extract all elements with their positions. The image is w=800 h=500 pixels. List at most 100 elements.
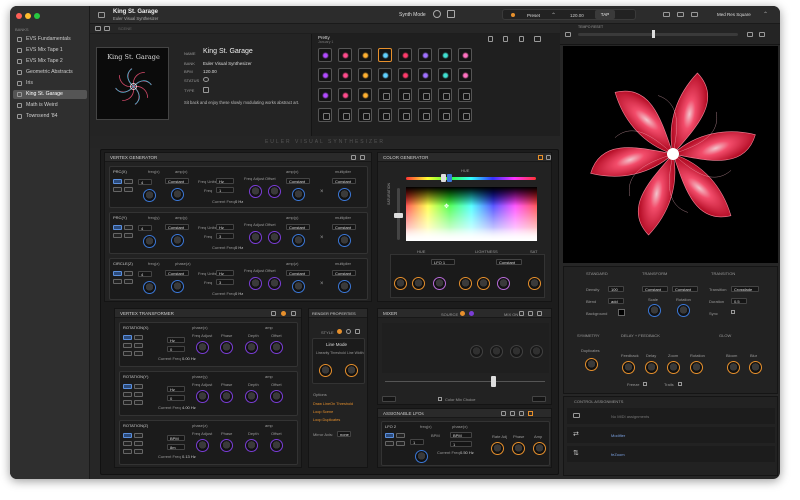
amp2-mode-select[interactable]: Constant	[286, 224, 310, 230]
multiplier-select[interactable]: Constant	[332, 270, 356, 276]
wave-sine-icon[interactable]	[123, 433, 132, 438]
lfo-freq-knob[interactable]	[415, 450, 428, 463]
wave-tri-icon[interactable]	[124, 179, 133, 184]
color-mode-select[interactable]: Constant	[496, 259, 522, 265]
preset-slot[interactable]	[358, 68, 372, 82]
wave-ramp-icon[interactable]	[134, 449, 143, 454]
mix-2-icon[interactable]	[528, 311, 533, 316]
offset-knob[interactable]	[268, 277, 281, 290]
amp2-mode-select[interactable]: Constant	[286, 270, 310, 276]
wave-sine-icon[interactable]	[123, 384, 132, 389]
wave-noise-icon[interactable]	[134, 441, 143, 446]
wave-noise-icon[interactable]	[134, 343, 143, 348]
preset-slot[interactable]	[358, 88, 372, 102]
link-icon[interactable]	[351, 155, 356, 160]
freq-adjust-knob[interactable]	[249, 185, 262, 198]
wave-count-field[interactable]: 4	[138, 225, 152, 231]
preset-slot-empty[interactable]	[358, 108, 372, 122]
duplicate-icon[interactable]	[519, 36, 524, 42]
preset-slot[interactable]	[338, 68, 352, 82]
source-b-icon[interactable]	[469, 311, 474, 316]
monitor-icon[interactable]	[447, 10, 455, 18]
sidebar-toggle-icon[interactable]	[98, 12, 105, 18]
freq-knob[interactable]	[143, 281, 156, 294]
feedback-knob[interactable]	[622, 361, 635, 374]
freq-adjust-knob[interactable]	[196, 341, 209, 354]
wave-tri-icon[interactable]	[124, 225, 133, 230]
freq-units-select[interactable]: Hz	[216, 270, 234, 276]
midi-icon[interactable]	[663, 12, 670, 17]
offset-knob[interactable]	[270, 390, 283, 403]
freq-units-select[interactable]: Hz	[167, 337, 185, 343]
preset-slot[interactable]	[458, 48, 472, 62]
offset-knob[interactable]	[270, 439, 283, 452]
freq-field[interactable]: 0	[167, 346, 185, 352]
source-a-icon[interactable]	[460, 311, 465, 316]
freq-units-select[interactable]: Hz	[216, 178, 234, 184]
bloom-knob[interactable]	[727, 361, 740, 374]
tap-button[interactable]: TAP	[595, 10, 615, 19]
lfo-copy-icon[interactable]	[510, 411, 515, 416]
hue-knob-1[interactable]	[394, 277, 407, 290]
preset-slot-empty[interactable]	[338, 108, 352, 122]
mix-1-icon[interactable]	[519, 311, 524, 316]
freq-adjust-knob[interactable]	[196, 439, 209, 452]
preset-slot[interactable]	[378, 68, 392, 82]
preset-chevron-icon[interactable]: ⌃	[551, 12, 556, 19]
wave-sine-icon[interactable]	[123, 335, 132, 340]
option-1[interactable]: Draw LineOn Threshold	[313, 402, 353, 406]
freq-field[interactable]: 3	[216, 279, 234, 285]
scene-grid-icon[interactable]	[565, 32, 571, 37]
wave-ramp-icon[interactable]	[134, 351, 143, 356]
preset-slot-empty[interactable]	[378, 88, 392, 102]
wave-saw-icon[interactable]	[134, 335, 143, 340]
mix-slider-handle[interactable]	[491, 376, 496, 387]
scale-knob[interactable]	[648, 304, 661, 317]
mixer-knob-4[interactable]	[530, 345, 543, 358]
list-icon[interactable]	[104, 26, 110, 31]
preset-slot-empty[interactable]	[378, 108, 392, 122]
mixer-knob-1[interactable]	[470, 345, 483, 358]
color-picker[interactable]: ✥	[406, 187, 537, 241]
lfo-amp-knob[interactable]	[533, 442, 546, 455]
preset-slot-empty[interactable]	[398, 88, 412, 102]
preset-slot[interactable]	[358, 48, 372, 62]
output-resolution[interactable]: Med Res Square	[717, 12, 751, 17]
freq-units-select[interactable]: BPM	[167, 435, 185, 441]
wave-count-field[interactable]: 4	[138, 179, 152, 185]
linearity-knob[interactable]	[319, 364, 332, 377]
rotation-knob[interactable]	[677, 304, 690, 317]
preset-slot[interactable]	[338, 48, 352, 62]
phase-knob[interactable]	[220, 341, 233, 354]
preset-slot[interactable]	[338, 88, 352, 102]
sidebar-item[interactable]: Townsend '84	[13, 112, 87, 121]
freq-field[interactable]: 3	[216, 233, 234, 239]
display-icon[interactable]	[691, 12, 698, 17]
multiplier-select[interactable]: Constant	[332, 224, 356, 230]
preset-slot[interactable]	[318, 88, 332, 102]
preset-label[interactable]: Preset	[527, 13, 540, 18]
expand-icon[interactable]	[360, 155, 365, 160]
sidebar-item[interactable]: Geometric Abstracts	[13, 68, 87, 77]
preset-slot-empty[interactable]	[398, 108, 412, 122]
assignment-row-1[interactable]: No MIDI assignments	[567, 408, 775, 424]
style-square-icon[interactable]	[355, 329, 360, 334]
output-chevron-icon[interactable]: ⌃	[763, 11, 768, 18]
background-swatch[interactable]	[618, 309, 625, 316]
lightness-knob-2[interactable]	[477, 277, 490, 290]
preset-slot-empty[interactable]	[418, 88, 432, 102]
wave-square-icon[interactable]	[123, 343, 132, 348]
trails-checkbox[interactable]	[678, 382, 682, 386]
freq-field[interactable]: 1	[216, 187, 234, 193]
lightness-knob-1[interactable]	[459, 277, 472, 290]
new-icon[interactable]	[488, 36, 493, 42]
density-field[interactable]: 100	[608, 286, 624, 292]
wave-square-icon[interactable]	[123, 392, 132, 397]
wave-saw-icon[interactable]	[134, 384, 143, 389]
preset-slot-empty[interactable]	[458, 108, 472, 122]
sidebar-item[interactable]: EVS Mix Tape 1	[13, 46, 87, 55]
multiplier-knob[interactable]	[338, 188, 351, 201]
transition-select[interactable]: Crossfade	[731, 286, 759, 292]
wave-tri-icon[interactable]	[123, 351, 132, 356]
style-dot-icon[interactable]	[337, 329, 342, 334]
